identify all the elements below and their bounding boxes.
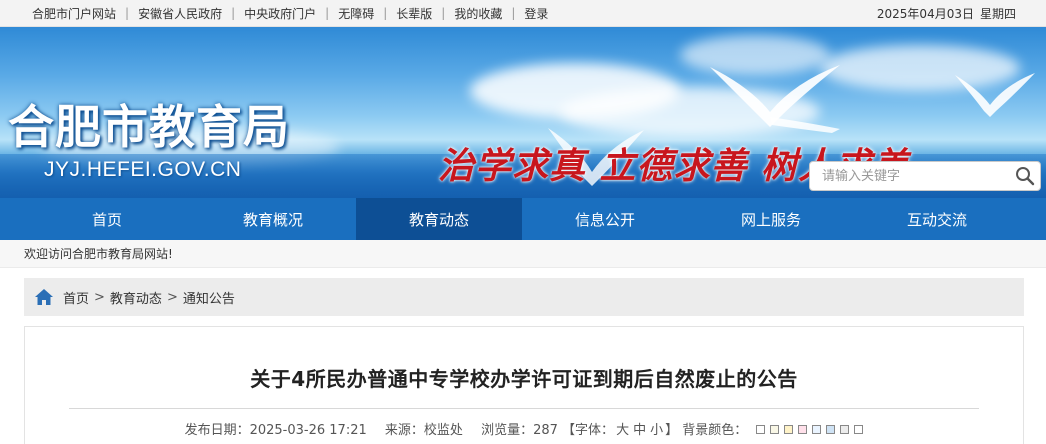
swan-icon xyxy=(955,73,1035,117)
article-meta: 发布日期：2025-03-26 17:21 来源：校监处 浏览量：287 【字体… xyxy=(25,419,1023,438)
welcome-bar: 欢迎访问合肥市教育局网站! xyxy=(0,240,1046,268)
bg-color-swatch[interactable] xyxy=(854,425,864,434)
swan-icon xyxy=(710,65,840,133)
source-value: 校监处 xyxy=(423,423,463,438)
nav-item-news[interactable]: 教育动态 xyxy=(356,198,522,240)
bg-color-label: 背景颜色： xyxy=(682,423,748,438)
views-count: 287 xyxy=(533,423,558,438)
divider: | xyxy=(125,6,130,20)
bg-color-swatches xyxy=(751,423,864,438)
nav-item-overview[interactable]: 教育概况 xyxy=(190,198,356,240)
main-nav: 首页 教育概况 教育动态 信息公开 网上服务 互动交流 xyxy=(0,198,1046,240)
bg-color-swatch[interactable] xyxy=(840,425,850,434)
top-links: 合肥市门户网站 | 安徽省人民政府 | 中央政府门户 | 无障碍 | 长辈版 |… xyxy=(32,5,548,22)
breadcrumb-item-notices[interactable]: 通知公告 xyxy=(183,288,235,307)
views-label: 浏览量： xyxy=(481,423,534,438)
font-size-large[interactable]: 大 xyxy=(616,423,629,438)
link-my-favorites[interactable]: 我的收藏 xyxy=(454,5,502,22)
divider: | xyxy=(383,6,388,20)
link-central-gov[interactable]: 中央政府门户 xyxy=(244,5,316,22)
divider: | xyxy=(511,6,516,20)
home-icon xyxy=(34,288,54,306)
breadcrumb-item-news[interactable]: 教育动态 xyxy=(110,288,162,307)
font-size-medium[interactable]: 中 xyxy=(633,423,646,438)
breadcrumb-wrap: 首页 > 教育动态 > 通知公告 xyxy=(0,268,1046,316)
article-title: 关于4所民办普通中专学校办学许可证到期后自然废止的公告 xyxy=(250,367,798,391)
link-anhui-gov[interactable]: 安徽省人民政府 xyxy=(138,5,222,22)
publish-date: 2025-03-26 17:21 xyxy=(249,423,367,438)
header-banner: 合肥市教育局 JYJ.HEFEI.GOV.CN 治学求真 立德求善 树人求美 xyxy=(0,27,1046,198)
link-accessibility[interactable]: 无障碍 xyxy=(338,5,374,22)
bg-color-swatch[interactable] xyxy=(826,425,836,434)
bg-color-swatch[interactable] xyxy=(770,425,780,434)
bg-color-swatch[interactable] xyxy=(798,425,808,434)
date-text: 2025年04月03日 xyxy=(876,6,974,21)
title-divider xyxy=(69,408,979,409)
link-elder-version[interactable]: 长辈版 xyxy=(396,5,432,22)
weekday-text: 星期四 xyxy=(979,6,1016,21)
article-wrap: 关于4所民办普通中专学校办学许可证到期后自然废止的公告 发布日期：2025-03… xyxy=(0,316,1046,444)
nav-item-interaction[interactable]: 互动交流 xyxy=(854,198,1020,240)
site-url: JYJ.HEFEI.GOV.CN xyxy=(44,158,242,181)
divider: | xyxy=(325,6,330,20)
bg-color-swatch[interactable] xyxy=(784,425,794,434)
publish-date-label: 发布日期： xyxy=(184,423,250,438)
breadcrumb-separator: > xyxy=(94,289,105,305)
search-input[interactable] xyxy=(810,162,1010,190)
link-hefei-portal[interactable]: 合肥市门户网站 xyxy=(32,5,116,22)
divider: | xyxy=(231,6,236,20)
breadcrumb-separator: > xyxy=(166,289,178,305)
font-size-small[interactable]: 小 xyxy=(650,423,663,438)
search-box xyxy=(809,161,1041,191)
breadcrumb: 首页 > 教育动态 > 通知公告 xyxy=(24,278,1024,316)
link-login[interactable]: 登录 xyxy=(524,5,548,22)
breadcrumb-item-home[interactable]: 首页 xyxy=(63,288,89,307)
divider: | xyxy=(441,6,446,20)
bg-color-swatch[interactable] xyxy=(812,425,822,434)
font-size-suffix: 】 xyxy=(665,423,679,438)
search-icon[interactable] xyxy=(1010,162,1040,190)
bg-color-swatch[interactable] xyxy=(756,425,766,434)
current-date: 2025年04月03日 星期四 xyxy=(877,5,1016,22)
article-panel: 关于4所民办普通中专学校办学许可证到期后自然废止的公告 发布日期：2025-03… xyxy=(24,326,1024,444)
welcome-text: 欢迎访问合肥市教育局网站! xyxy=(24,247,173,261)
nav-item-disclosure[interactable]: 信息公开 xyxy=(522,198,688,240)
font-size-prefix: 【字体： xyxy=(562,423,615,438)
nav-item-home[interactable]: 首页 xyxy=(24,198,190,240)
site-logo-title[interactable]: 合肥市教育局 xyxy=(8,91,290,157)
source-label: 来源： xyxy=(384,423,424,438)
top-utility-bar: 合肥市门户网站 | 安徽省人民政府 | 中央政府门户 | 无障碍 | 长辈版 |… xyxy=(0,0,1046,27)
nav-item-online-services[interactable]: 网上服务 xyxy=(688,198,854,240)
